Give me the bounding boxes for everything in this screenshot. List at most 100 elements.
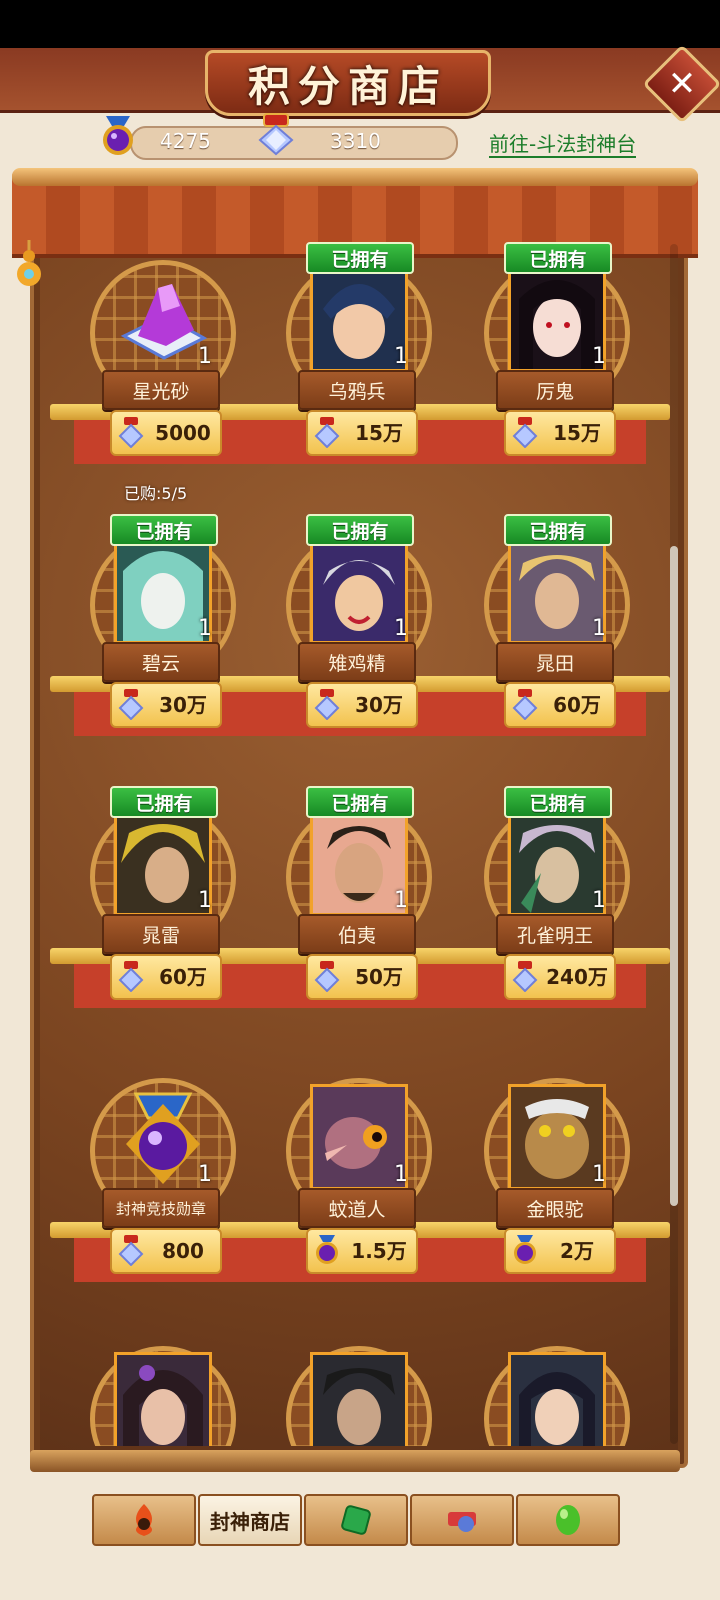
item-name: 星光砂 xyxy=(102,370,220,410)
item-name: 雉鸡精 xyxy=(298,642,416,682)
crystal-pouch-icon xyxy=(118,689,144,720)
shop-item[interactable]: 已拥有 1 孔雀明王 240万 xyxy=(452,782,652,1022)
shop-item[interactable]: 已拥有 1 晁田 60万 xyxy=(452,510,652,750)
owned-badge: 已拥有 xyxy=(504,786,612,818)
owned-badge: 已拥有 xyxy=(110,786,218,818)
shop-item[interactable]: 已拥有 1 厉鬼 15万 xyxy=(452,238,652,478)
purple-orb-medal-icon xyxy=(514,1235,536,1264)
gourd-ornament-icon xyxy=(17,240,41,286)
shop-tabs: 封神商店 xyxy=(92,1494,624,1546)
shop-item[interactable]: 已拥有 1 晁雷 60万 xyxy=(58,782,258,1022)
crystal-pouch-icon xyxy=(118,1235,144,1266)
price-value: 1.5万 xyxy=(351,1239,407,1263)
shop-item[interactable] xyxy=(254,1324,454,1446)
owned-badge: 已拥有 xyxy=(110,514,218,546)
shop-item[interactable]: 已拥有 1 伯夷 50万 xyxy=(254,782,454,1022)
price-value: 5000 xyxy=(155,421,211,445)
item-name: 乌鸦兵 xyxy=(298,370,416,410)
crystal-pouch-icon xyxy=(314,417,340,448)
tab-scroll[interactable] xyxy=(410,1494,514,1546)
item-name: 碧云 xyxy=(102,642,220,682)
price-button[interactable]: 50万 xyxy=(306,954,418,1000)
item-quantity: 1 xyxy=(394,616,408,641)
price-button[interactable]: 15万 xyxy=(504,410,616,456)
price-value: 15万 xyxy=(355,421,403,445)
price-button[interactable]: 2万 xyxy=(504,1228,616,1274)
close-icon[interactable]: ✕ xyxy=(654,56,710,112)
price-value: 60万 xyxy=(159,965,207,989)
price-value: 2万 xyxy=(560,1239,594,1263)
price-value: 800 xyxy=(162,1239,204,1263)
item-quantity: 1 xyxy=(592,344,606,369)
cabinet-bottom-rail xyxy=(30,1450,680,1472)
purchase-limit-text: 已购:5/5 xyxy=(124,484,188,503)
item-quantity: 1 xyxy=(592,616,606,641)
price-value: 30万 xyxy=(355,693,403,717)
crystal-pouch-icon xyxy=(118,417,144,448)
tab-bean[interactable] xyxy=(516,1494,620,1546)
price-button[interactable]: 5000 xyxy=(110,410,222,456)
tab-jade[interactable] xyxy=(304,1494,408,1546)
hero-portrait xyxy=(114,1352,212,1446)
tab-label: 封神商店 xyxy=(210,1509,290,1534)
shop-item[interactable]: 1 金眼驼 2万 xyxy=(452,1056,652,1296)
tab-fengshen-shop[interactable]: 封神商店 xyxy=(198,1494,302,1546)
purple-orb-medal-icon xyxy=(316,1235,338,1264)
shop-item[interactable]: 已拥有 1 雉鸡精 30万 xyxy=(254,510,454,750)
price-value: 30万 xyxy=(159,693,207,717)
scrollbar-thumb[interactable] xyxy=(670,546,678,1206)
price-button[interactable]: 30万 xyxy=(110,682,222,728)
item-name: 晁田 xyxy=(496,642,614,682)
green-bean-icon xyxy=(556,1505,580,1535)
owned-badge: 已拥有 xyxy=(504,514,612,546)
price-button[interactable]: 800 xyxy=(110,1228,222,1274)
hero-portrait xyxy=(310,1352,408,1446)
item-name: 封神竞技勋章 xyxy=(102,1188,220,1228)
shop-item[interactable]: 1 星光砂 5000 xyxy=(58,238,258,478)
shop-item[interactable]: 已拥有 1 碧云 30万 xyxy=(58,510,258,750)
item-quantity: 1 xyxy=(394,888,408,913)
purple-orb-medal-icon xyxy=(103,116,133,155)
shop-item[interactable]: 已拥有 1 乌鸦兵 15万 xyxy=(254,238,454,478)
price-button[interactable]: 240万 xyxy=(504,954,616,1000)
price-button[interactable]: 30万 xyxy=(306,682,418,728)
scroll-seal-icon xyxy=(448,1512,476,1532)
item-quantity: 1 xyxy=(592,888,606,913)
price-button[interactable]: 60万 xyxy=(504,682,616,728)
crystal-pouch-icon xyxy=(512,961,538,992)
price-value: 60万 xyxy=(553,693,601,717)
title-plaque: 积分商店 xyxy=(205,50,491,116)
item-quantity: 1 xyxy=(394,344,408,369)
owned-badge: 已拥有 xyxy=(306,514,414,546)
price-button[interactable]: 15万 xyxy=(306,410,418,456)
item-quantity: 1 xyxy=(198,1162,212,1187)
crystal-pouch-icon xyxy=(314,689,340,720)
shop-item[interactable]: 1 蚊道人 1.5万 xyxy=(254,1056,454,1296)
price-value: 50万 xyxy=(355,965,403,989)
price-button[interactable]: 1.5万 xyxy=(306,1228,418,1274)
crystal-pouch-icon xyxy=(118,961,144,992)
crystal-pouch-icon xyxy=(512,417,538,448)
shop-item[interactable] xyxy=(58,1324,258,1446)
currency-value-2: 3310 xyxy=(330,129,381,153)
price-button[interactable]: 60万 xyxy=(110,954,222,1000)
item-quantity: 1 xyxy=(198,344,212,369)
item-quantity: 1 xyxy=(394,1162,408,1187)
item-name: 孔雀明王 xyxy=(496,914,614,954)
item-name: 晁雷 xyxy=(102,914,220,954)
owned-badge: 已拥有 xyxy=(306,786,414,818)
shop-item[interactable]: 1 封神竞技勋章 800 xyxy=(58,1056,258,1296)
flame-emblem-icon xyxy=(136,1504,152,1536)
owned-badge: 已拥有 xyxy=(306,242,414,274)
green-jade-icon xyxy=(341,1505,371,1535)
page-title: 积分商店 xyxy=(247,61,448,111)
crystal-pouch-icon xyxy=(314,961,340,992)
owned-badge: 已拥有 xyxy=(504,242,612,274)
item-name: 金眼驼 xyxy=(496,1188,614,1228)
hero-portrait xyxy=(508,1352,606,1446)
item-name: 蚊道人 xyxy=(298,1188,416,1228)
tab-emblem[interactable] xyxy=(92,1494,196,1546)
goto-arena-link[interactable]: 前往-斗法封神台 xyxy=(489,132,637,158)
shop-item[interactable] xyxy=(452,1324,652,1446)
price-value: 15万 xyxy=(553,421,601,445)
